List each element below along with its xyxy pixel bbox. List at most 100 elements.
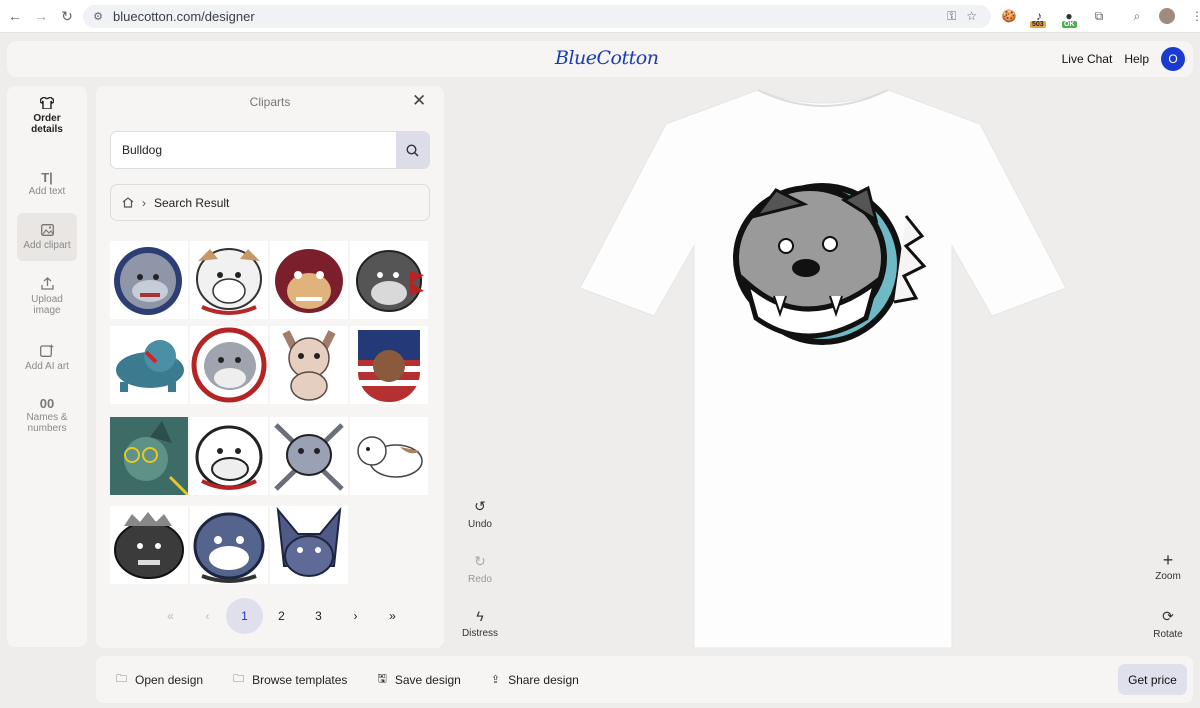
bookmark-star-icon[interactable]: ☆: [966, 9, 977, 24]
open-design-label: Open design: [135, 672, 204, 687]
share-design-button[interactable]: ⇪ Share design: [491, 673, 579, 687]
pagination: « ‹ 1 2 3 › »: [152, 598, 411, 634]
clipart-panel: Cliparts ✕ › Search Result: [96, 86, 444, 648]
site-settings-icon[interactable]: ⚙: [91, 10, 105, 24]
clipart-bulldog-8[interactable]: [350, 326, 428, 404]
live-chat-link[interactable]: Live Chat: [1062, 52, 1113, 66]
clipart-bulldog-4[interactable]: [350, 241, 428, 319]
tool-label: Add text: [28, 185, 66, 197]
next-page-button[interactable]: ›: [337, 598, 374, 634]
redo-label: Redo: [468, 574, 492, 585]
clipart-bulldog-2[interactable]: [190, 241, 268, 319]
bottom-action-bar: 🗀 Open design 🗀 Browse templates 🖫 Save …: [96, 656, 1193, 703]
clipart-bulldog-3[interactable]: [270, 241, 348, 319]
tool-label: Order details: [31, 113, 63, 135]
tool-label: Add clipart: [23, 239, 71, 251]
clipart-bulldog-7[interactable]: [270, 326, 348, 404]
folder-icon: 🗀: [116, 673, 127, 685]
home-icon[interactable]: [122, 197, 134, 208]
tool-order-details[interactable]: Order details: [17, 92, 77, 140]
close-icon[interactable]: ✕: [412, 91, 426, 111]
extension-503-badge: 503: [1030, 21, 1046, 28]
forward-icon[interactable]: →: [30, 5, 52, 27]
shirt-icon: [39, 96, 55, 110]
tool-rail: Order details T| Add text Add clipart Up…: [7, 86, 87, 647]
save-design-label: Save design: [394, 672, 461, 687]
distress-label: Distress: [461, 628, 499, 639]
redo-icon: ↻: [474, 553, 486, 569]
clipart-bulldog-5[interactable]: [110, 326, 188, 404]
clipart-search: [110, 131, 430, 169]
tool-add-ai-art[interactable]: Add AI art: [17, 334, 77, 382]
password-key-icon[interactable]: ⚿: [947, 9, 956, 24]
chevron-right-icon: ›: [142, 195, 146, 210]
last-page-button[interactable]: »: [374, 598, 411, 634]
image-icon: [40, 223, 54, 237]
tool-names-numbers[interactable]: 00 Names & numbers: [17, 392, 77, 440]
extension-ok-badge: OK: [1062, 21, 1077, 28]
panel-title: Cliparts: [249, 95, 291, 109]
browser-menu-icon[interactable]: ⋮: [1186, 5, 1200, 27]
distress-button[interactable]: ϟ Distress: [452, 608, 508, 639]
open-design-button[interactable]: 🗀 Open design: [116, 670, 203, 689]
bluecotton-logo[interactable]: BlueCotton: [555, 47, 659, 69]
tool-upload-image[interactable]: Upload image: [17, 272, 77, 320]
search-tab-icon[interactable]: ⌕: [1126, 5, 1148, 27]
tool-add-clipart[interactable]: Add clipart: [17, 213, 77, 261]
get-price-button[interactable]: Get price: [1118, 664, 1187, 695]
tool-label: Add AI art: [25, 361, 69, 372]
browse-templates-button[interactable]: 🗀 Browse templates: [233, 670, 347, 689]
url-text: bluecotton.com/designer: [113, 9, 255, 24]
zoom-label: Zoom: [1155, 571, 1181, 582]
page-1-button[interactable]: 1: [226, 598, 263, 634]
breadcrumb-current: Search Result: [154, 195, 230, 210]
page-3-button[interactable]: 3: [300, 598, 337, 634]
address-bar[interactable]: ⚙ bluecotton.com/designer ⚿ ☆: [83, 5, 991, 28]
app-header: BlueCotton Live Chat Help O: [7, 41, 1193, 77]
previous-page-button[interactable]: ‹: [189, 598, 226, 634]
save-design-button[interactable]: 🖫 Save design: [377, 670, 460, 689]
clipart-bulldog-12[interactable]: [350, 417, 428, 495]
rotate-label: Rotate: [1153, 629, 1183, 640]
clipart-bulldog-10[interactable]: [190, 417, 268, 495]
first-page-button[interactable]: «: [152, 598, 189, 634]
cookie-extension-icon[interactable]: 🍪: [998, 5, 1020, 27]
undo-icon: ↺: [474, 498, 486, 514]
undo-label: Undo: [468, 519, 492, 530]
puzzle-extensions-icon[interactable]: ⧉: [1088, 5, 1110, 27]
lightning-icon: ϟ: [476, 608, 484, 624]
profile-avatar[interactable]: [1156, 5, 1178, 27]
extension-503-icon[interactable]: ♪ 503: [1028, 5, 1050, 28]
browser-toolbar: ← → ↻ ⚙ bluecotton.com/designer ⚿ ☆ 🍪 ♪ …: [0, 0, 1200, 33]
redo-button[interactable]: ↻ Redo: [452, 553, 508, 585]
clipart-bulldog-9[interactable]: [110, 417, 188, 495]
clipart-bulldog-13[interactable]: [110, 506, 188, 584]
upload-icon: [40, 276, 54, 291]
search-button[interactable]: [396, 132, 429, 168]
clipart-search-input[interactable]: [111, 132, 397, 168]
help-link[interactable]: Help: [1124, 52, 1149, 66]
tshirt-mockup[interactable]: [580, 86, 1066, 648]
clipart-bulldog-15[interactable]: [270, 506, 348, 584]
tool-label: Upload image: [31, 293, 63, 316]
extension-ok-icon[interactable]: ● OK: [1058, 5, 1080, 28]
share-design-label: Share design: [508, 672, 579, 687]
clipart-bulldog-14[interactable]: [190, 506, 268, 584]
browse-templates-label: Browse templates: [252, 672, 348, 687]
ai-art-icon: [40, 344, 54, 358]
back-icon[interactable]: ←: [4, 5, 26, 27]
clipart-bulldog-11[interactable]: [270, 417, 348, 495]
folder-icon: 🗀: [233, 673, 245, 685]
clipart-bulldog-1[interactable]: [110, 241, 188, 319]
undo-button[interactable]: ↺ Undo: [452, 498, 508, 530]
save-icon: 🖫: [377, 673, 387, 685]
page-2-button[interactable]: 2: [263, 598, 300, 634]
user-avatar[interactable]: O: [1161, 47, 1185, 71]
rotate-button[interactable]: ⟳ Rotate: [1140, 608, 1196, 640]
reload-icon[interactable]: ↻: [56, 5, 78, 27]
clipart-bulldog-6[interactable]: [190, 326, 268, 404]
search-icon: [406, 143, 419, 157]
zoom-button[interactable]: + Zoom: [1140, 550, 1196, 582]
plus-icon: +: [1162, 550, 1174, 570]
tool-add-text[interactable]: T| Add text: [17, 160, 77, 208]
